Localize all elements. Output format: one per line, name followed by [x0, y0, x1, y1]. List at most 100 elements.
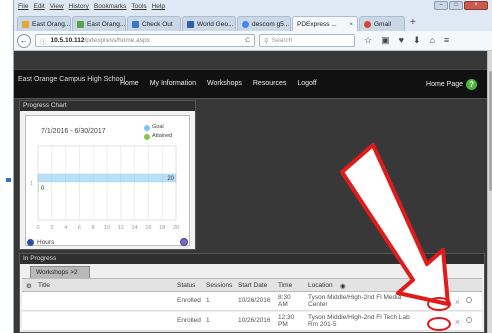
- tab-bar: East Orang... East Orang... Check Out Wo…: [14, 13, 492, 31]
- row-status: Enrolled: [177, 317, 201, 324]
- tab-world-geo[interactable]: World Geo...: [182, 16, 236, 31]
- bookmark-star-icon[interactable]: ☆: [364, 35, 372, 46]
- col-status[interactable]: Status: [177, 282, 195, 289]
- tab-label: East Orang...: [87, 20, 126, 28]
- site-favicon-icon: [22, 20, 29, 28]
- row-time: 12:30 PM: [278, 314, 295, 328]
- main-nav: Home My Information Workshops Resources …: [120, 80, 317, 87]
- maximize-button[interactable]: □: [449, 1, 463, 10]
- col-sessions[interactable]: Sessions: [206, 282, 232, 289]
- x-tick-label: 12: [118, 225, 124, 231]
- row-time: 8:30 AM: [278, 294, 291, 308]
- goal-swatch: [144, 124, 150, 131]
- nav-home[interactable]: Home: [120, 80, 139, 87]
- hours-legend: Hours: [27, 239, 54, 246]
- hours-label: Hours: [37, 239, 55, 246]
- school-name: East Orange Campus High School: [18, 76, 125, 83]
- site-favicon-icon: [77, 20, 84, 28]
- drop-workshop-button[interactable]: ×: [455, 317, 460, 327]
- details-icon[interactable]: [466, 317, 472, 323]
- col-start-date[interactable]: Start Date: [238, 282, 267, 289]
- x-tick-label: 10: [104, 225, 110, 231]
- nav-my-information[interactable]: My Information: [150, 80, 196, 87]
- chart-date-range: 7/1/2016 - 6/30/2017: [41, 128, 106, 135]
- nav-workshops[interactable]: Workshops: [207, 80, 242, 87]
- minimize-button[interactable]: –: [434, 1, 448, 10]
- col-time[interactable]: Time: [278, 282, 292, 289]
- nav-logoff[interactable]: Logoff: [297, 80, 316, 87]
- google-icon: [364, 20, 371, 28]
- menu-icon[interactable]: ≡: [444, 35, 449, 46]
- tab-label: World Geo...: [197, 20, 234, 28]
- table-row[interactable]: Enrolled 1 10/26/2016 8:30 AM Tyson Midd…: [22, 292, 482, 311]
- chart-options-icon[interactable]: [180, 238, 188, 246]
- x-tick-label: 4: [64, 225, 67, 231]
- info-icon[interactable]: ⓘ: [40, 36, 47, 46]
- row-start-date: 10/26/2016: [238, 317, 271, 324]
- page-scrollbar[interactable]: [487, 51, 492, 333]
- attained-bar: [38, 184, 39, 192]
- x-tick-label: 0: [36, 225, 39, 231]
- details-icon[interactable]: [466, 297, 472, 303]
- browser-window: File Edit View History Bookmarks Tools H…: [13, 0, 492, 333]
- url-host: 10.5.10.112: [50, 37, 85, 44]
- pocket-icon[interactable]: ♥: [399, 35, 404, 46]
- x-tick-label: 2: [50, 225, 53, 231]
- help-icon[interactable]: ?: [466, 79, 477, 90]
- row-start-date: 10/26/2016: [238, 297, 271, 304]
- address-bar[interactable]: ⓘ 10.5.10.112 /pdexpress/home.aspx C: [35, 34, 255, 47]
- legend-attained: Attained: [144, 132, 172, 141]
- row-status: Enrolled: [177, 297, 201, 304]
- menu-help[interactable]: Help: [152, 3, 165, 10]
- drop-workshop-button[interactable]: ×: [455, 297, 460, 307]
- menu-view[interactable]: View: [50, 3, 64, 10]
- tab-descom[interactable]: descom g5...: [237, 16, 291, 31]
- back-button[interactable]: ←: [17, 33, 31, 48]
- tab-pdexpress[interactable]: PDExpress ... ×: [292, 16, 358, 31]
- tab-label: PDExpress ...: [297, 20, 337, 28]
- goal-data-label: 20: [167, 176, 174, 182]
- x-tick-label: 8: [92, 225, 95, 231]
- x-tick-label: 18: [159, 225, 165, 231]
- new-tab-button[interactable]: +: [410, 17, 416, 28]
- settings-icon[interactable]: ⚙: [26, 282, 32, 290]
- tab-east-orange-2[interactable]: East Orang...: [72, 16, 126, 31]
- close-window-button[interactable]: ×: [464, 1, 488, 10]
- home-page-label: Home Page: [426, 81, 463, 88]
- menu-tools[interactable]: Tools: [131, 3, 146, 10]
- site-favicon-icon: [187, 20, 194, 28]
- search-input[interactable]: ⚲ Search: [259, 34, 355, 47]
- tab-label: Check Out: [142, 20, 173, 28]
- tab-workshops[interactable]: Workshops >2: [30, 266, 90, 278]
- page-content: East Orange Campus High School Home My I…: [14, 51, 492, 333]
- tab-gmail[interactable]: Gmail: [359, 16, 405, 31]
- row-sessions: 1: [206, 297, 210, 304]
- menu-edit[interactable]: Edit: [33, 3, 44, 10]
- reading-list-icon[interactable]: ▣: [381, 35, 390, 46]
- download-icon[interactable]: ⬇: [413, 35, 421, 46]
- close-tab-icon[interactable]: ×: [349, 21, 353, 28]
- col-title[interactable]: Title: [38, 282, 50, 289]
- legend-goal: Goal: [144, 123, 172, 132]
- nav-resources[interactable]: Resources: [253, 80, 286, 87]
- toolbar-icons: ☆ ▣ ♥ ⬇ ⌂ ≡: [364, 35, 449, 46]
- col-location[interactable]: Location: [308, 282, 333, 289]
- google-icon: [242, 20, 249, 28]
- tab-check-out[interactable]: Check Out: [127, 16, 181, 31]
- row-location: Tyson Middle/High-2nd Fl Media Center: [308, 294, 402, 308]
- home-icon[interactable]: ⌂: [429, 35, 434, 46]
- tab-east-orange-1[interactable]: East Orang...: [17, 16, 71, 31]
- table-row[interactable]: Enrolled 1 10/26/2016 12:30 PM Tyson Mid…: [22, 312, 482, 331]
- menu-history[interactable]: History: [69, 3, 89, 10]
- x-tick-label: 14: [132, 225, 138, 231]
- menu-file[interactable]: File: [18, 3, 28, 10]
- tab-label: Gmail: [374, 20, 391, 28]
- goal-bar: [37, 173, 177, 183]
- row-location: Tyson Middle/High-2nd Fl Tech Lab Rm 201…: [308, 314, 410, 328]
- tab-label: East Orang...: [32, 20, 71, 28]
- reload-button[interactable]: C: [245, 37, 250, 44]
- table-header: ⚙ Title Status Sessions Start Date Time …: [22, 278, 482, 292]
- home-page-link[interactable]: Home Page ?: [426, 79, 477, 90]
- margin-marker: [6, 178, 11, 182]
- menu-bookmarks[interactable]: Bookmarks: [94, 3, 127, 10]
